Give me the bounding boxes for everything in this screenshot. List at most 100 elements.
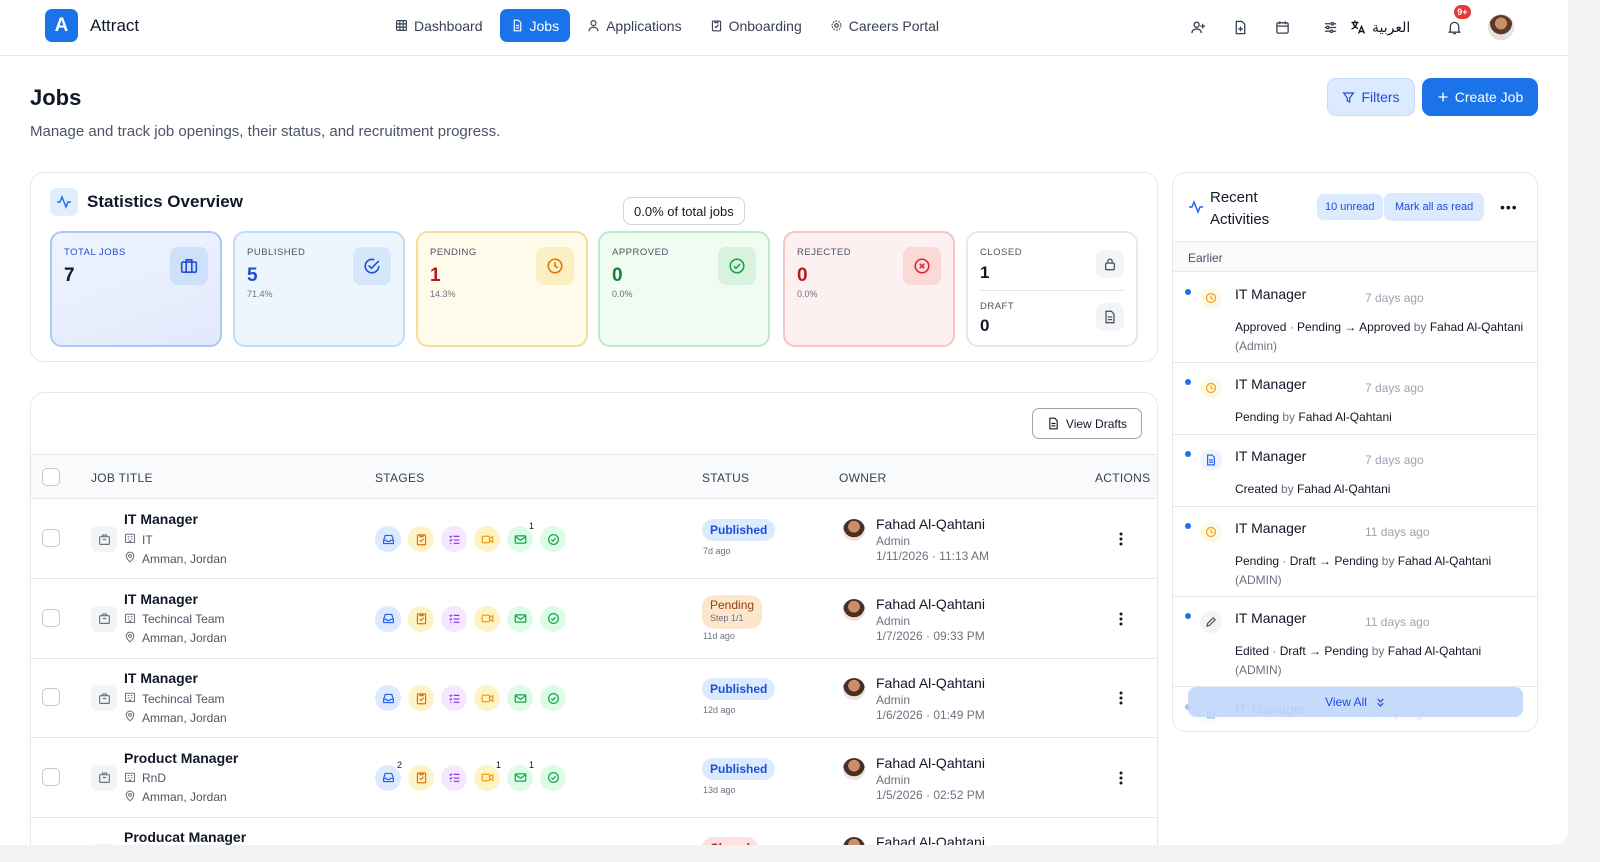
row-checkbox[interactable] (42, 608, 60, 627)
activity-user: Fahad Al-Qahtani (1429, 320, 1524, 334)
row-checkbox[interactable] (42, 767, 60, 786)
status-badge: Published (702, 519, 776, 541)
activity-change: Draft → Pending (1279, 644, 1369, 658)
by-text: by (1279, 410, 1299, 424)
status-badge: Closed (702, 837, 759, 845)
new-document-icon[interactable] (1230, 17, 1250, 37)
video-icon[interactable] (474, 605, 500, 632)
x-circle-icon (903, 247, 941, 285)
activity-item[interactable]: IT Manager 7 days ago Approved · Pending →… (1173, 273, 1537, 363)
activity-time: 11 days ago (1365, 615, 1430, 629)
stat-card-published[interactable]: PUBLISHED 5 71.4% (233, 231, 405, 347)
clock-icon (1200, 287, 1222, 309)
checklist-icon[interactable] (441, 526, 467, 552)
job-department: Techincal Team (124, 691, 225, 706)
status-badge: Published (702, 757, 776, 780)
video-icon[interactable] (474, 526, 500, 552)
nav-applications[interactable]: Applications (576, 9, 693, 42)
document-icon (1049, 417, 1058, 430)
check-circle-icon[interactable] (540, 764, 566, 791)
by-text: by (1368, 644, 1388, 658)
stat-card-approved[interactable]: APPROVED 0 0.0% (598, 231, 770, 347)
inbox-icon[interactable] (375, 605, 401, 632)
app-logo[interactable]: A (45, 9, 78, 42)
activity-item[interactable]: IT Manager 11 days ago Pending · Draft → P… (1173, 507, 1537, 597)
row-checkbox[interactable] (42, 529, 60, 547)
user-icon (588, 20, 599, 32)
activity-item[interactable]: IT Manager 7 days ago Pending by Fahad Al-… (1173, 363, 1537, 435)
stat-card-pending[interactable]: PENDING 1 14.3% (416, 231, 588, 347)
more-actions-icon[interactable] (1111, 529, 1131, 549)
stat-closed-label: CLOSED (980, 247, 1023, 258)
stat-card-total[interactable]: TOTAL JOBS 7 (50, 231, 222, 347)
more-options-icon[interactable]: ••• (1500, 199, 1518, 215)
check-circle-icon (718, 247, 756, 285)
nav-onboarding[interactable]: Onboarding (699, 9, 813, 42)
nav-careers-portal[interactable]: Careers Portal (819, 9, 950, 42)
check-circle-icon[interactable] (540, 605, 566, 632)
select-all-checkbox[interactable] (42, 468, 60, 486)
language-switch[interactable]: العربية (1350, 19, 1410, 36)
job-department: RnD (124, 771, 166, 786)
checklist-icon[interactable] (441, 685, 467, 711)
mail-icon[interactable]: 1 (507, 759, 536, 791)
stat-published-value: 5 (247, 265, 258, 286)
stat-card-closed-draft[interactable]: CLOSED 1 DRAFT 0 (966, 231, 1138, 347)
location-pin-icon (124, 631, 136, 646)
mail-icon[interactable]: 1 (507, 521, 536, 552)
activity-item[interactable]: IT Manager 11 days ago Edited · Draft → Pe… (1173, 597, 1537, 687)
stat-approved-label: APPROVED (612, 247, 669, 258)
table-row[interactable]: Product Manager RnD Amman, Jordan 2 1 1 Publis… (31, 738, 1157, 818)
check-circle-icon[interactable] (540, 685, 566, 711)
department-text: IT (142, 532, 153, 547)
stat-pending-label: PENDING (430, 247, 477, 258)
activity-user-role: (Admin) (1235, 339, 1278, 353)
clipboard-icon[interactable] (408, 526, 434, 552)
row-checkbox[interactable] (42, 688, 60, 706)
table-row[interactable]: IT Manager Techincal Team Amman, Jordan Pub… (31, 658, 1157, 738)
bell-icon[interactable]: 9+ (1444, 5, 1471, 37)
app-name: Attract (90, 16, 140, 35)
nav-jobs[interactable]: Jobs (499, 9, 571, 42)
more-actions-icon[interactable] (1111, 768, 1131, 788)
clipboard-icon[interactable] (408, 764, 434, 791)
check-circle-icon[interactable] (540, 526, 566, 552)
inbox-icon[interactable] (375, 526, 401, 552)
nav-dashboard[interactable]: Dashboard (384, 9, 494, 42)
inbox-icon[interactable]: 2 (375, 759, 404, 791)
mark-all-read-button[interactable]: Mark all as read (1384, 193, 1485, 221)
more-actions-icon[interactable] (1111, 688, 1131, 708)
stat-card-rejected[interactable]: REJECTED 0 0.0% (783, 231, 955, 347)
table-row[interactable]: IT Manager IT Amman, Jordan 1 Published 7d ag… (31, 499, 1157, 579)
view-drafts-button[interactable]: View Drafts (1032, 408, 1142, 439)
view-all-button[interactable]: View All (1188, 687, 1523, 717)
more-actions-icon[interactable] (1111, 609, 1131, 629)
activity-title: IT Manager (1235, 448, 1307, 464)
table-row[interactable]: IT Manager Techincal Team Amman, Jordan Pen… (31, 579, 1157, 659)
job-department: Techincal Team (124, 612, 225, 627)
job-title[interactable]: Product Manager (124, 750, 238, 766)
job-title[interactable]: IT Manager (124, 591, 198, 607)
job-title[interactable]: IT Manager (124, 670, 198, 686)
mail-icon[interactable] (507, 685, 533, 711)
user-avatar[interactable] (1488, 14, 1515, 40)
clipboard-icon[interactable] (408, 685, 434, 711)
video-icon[interactable]: 1 (474, 759, 503, 791)
stat-approved-pct: 0.0% (612, 289, 633, 299)
checklist-icon[interactable] (441, 605, 467, 632)
add-user-icon[interactable] (1188, 17, 1208, 37)
table-row[interactable]: Producat Manager Closed Fahad Al-Qahtani (31, 817, 1157, 845)
video-icon[interactable] (474, 685, 500, 711)
job-title[interactable]: Producat Manager (124, 829, 246, 845)
filters-button[interactable]: Filters (1327, 78, 1415, 116)
mail-icon[interactable] (507, 605, 533, 632)
calendar-icon[interactable] (1272, 17, 1292, 37)
inbox-icon[interactable] (375, 685, 401, 711)
table-header: JOB TITLE STAGES STATUS OWNER ACTIONS (31, 454, 1157, 499)
activity-item[interactable]: IT Manager 7 days ago Created by Fahad Al-… (1173, 435, 1537, 507)
create-job-button[interactable]: Create Job (1422, 78, 1538, 116)
clipboard-icon[interactable] (408, 605, 434, 632)
checklist-icon[interactable] (441, 764, 467, 791)
job-title[interactable]: IT Manager (124, 511, 198, 527)
sliders-icon[interactable] (1320, 17, 1340, 37)
